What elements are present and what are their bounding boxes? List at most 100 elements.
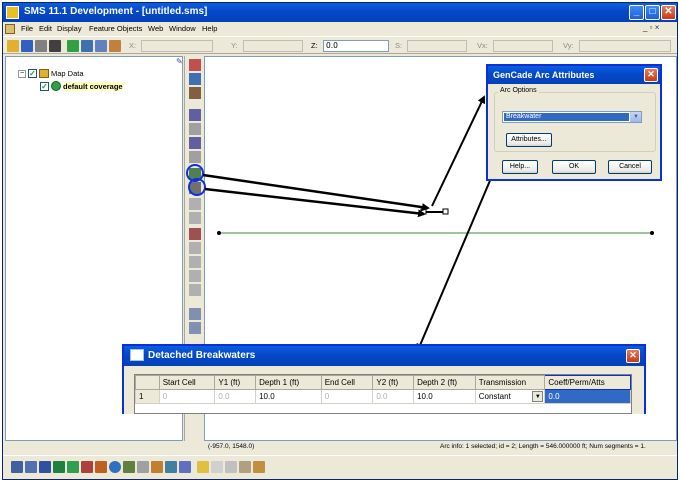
tree-item-label: Map Data — [51, 69, 84, 78]
measure-icon[interactable] — [109, 40, 121, 52]
camera-icon[interactable] — [239, 461, 251, 473]
refresh-icon[interactable] — [67, 40, 79, 52]
grid-module-icon[interactable] — [25, 461, 37, 473]
select-arc-icon[interactable] — [189, 182, 201, 194]
pin-icon[interactable]: ✎ — [176, 57, 183, 66]
print-icon[interactable] — [35, 40, 47, 52]
menu-file[interactable]: File — [21, 24, 33, 33]
create-polygon-icon[interactable] — [189, 228, 201, 240]
visibility-checkbox[interactable]: ✓ — [40, 81, 49, 91]
menu-edit[interactable]: Edit — [39, 24, 52, 33]
gencade-icon[interactable] — [151, 461, 163, 473]
help-button[interactable]: Help... — [502, 160, 538, 174]
light-icon[interactable] — [197, 461, 209, 473]
scatter-module-icon[interactable] — [39, 461, 51, 473]
y-coordinate-field[interactable] — [243, 40, 303, 52]
s-label: S: — [395, 41, 403, 50]
x-label: X: — [129, 41, 137, 50]
data-icon[interactable] — [165, 461, 177, 473]
restore-button[interactable]: □ — [645, 5, 660, 20]
menu-feature-objects[interactable]: Feature Objects — [89, 24, 142, 33]
ok-button[interactable]: OK — [552, 160, 596, 174]
menu-web[interactable]: Web — [148, 24, 163, 33]
arc-group-icon[interactable] — [189, 198, 201, 210]
copy-icon[interactable] — [211, 461, 223, 473]
line-tool-icon[interactable] — [189, 284, 201, 296]
arc-type-dropdown[interactable]: Breakwater ▼ — [502, 111, 642, 123]
menu-display[interactable]: Display — [57, 24, 82, 33]
rectangle-tool-icon[interactable] — [189, 256, 201, 268]
vx-field[interactable] — [493, 40, 553, 52]
ruler-tool-icon[interactable] — [189, 308, 201, 320]
column-header[interactable]: Y1 (ft) — [214, 375, 257, 390]
dialog-title: Detached Breakwaters — [148, 350, 256, 361]
save-icon[interactable] — [21, 40, 33, 52]
open-folder-icon[interactable] — [7, 40, 19, 52]
create-arc-icon[interactable] — [189, 168, 201, 180]
column-header[interactable]: Coeff/Perm/Atts — [544, 375, 631, 390]
select-arc-group-icon[interactable] — [189, 212, 201, 224]
select-node-icon[interactable] — [189, 123, 201, 135]
close-button[interactable]: ✕ — [661, 5, 676, 20]
frame-icon[interactable] — [95, 40, 107, 52]
quadtree-icon[interactable] — [67, 461, 79, 473]
create-vertex-icon[interactable] — [189, 137, 201, 149]
stat-icon[interactable] — [137, 461, 149, 473]
column-header[interactable]: Transmission — [474, 375, 546, 390]
particle-icon[interactable] — [123, 461, 135, 473]
column-header[interactable]: Start Cell — [158, 375, 216, 390]
chevron-down-icon[interactable]: ▼ — [532, 391, 544, 402]
arc-type-value: Breakwater — [504, 113, 629, 121]
group-label: Arc Options — [498, 87, 539, 94]
column-header[interactable]: Depth 1 (ft) — [255, 375, 322, 390]
column-header[interactable]: Depth 2 (ft) — [413, 375, 476, 390]
child-window-controls[interactable]: _ ▫ × — [643, 23, 659, 32]
pan-tool-icon[interactable] — [189, 87, 201, 99]
annotation-tool-icon[interactable] — [189, 322, 201, 334]
dialog-close-button[interactable]: ✕ — [644, 68, 658, 82]
globe-icon[interactable] — [109, 461, 121, 473]
create-node-icon[interactable] — [189, 109, 201, 121]
table-row: 1 0 0.0 10.0 0 0.0 10.0 Constant ▼ 0.0 — [135, 389, 631, 404]
menu-help[interactable]: Help — [202, 24, 217, 33]
dialog-title-bar: Detached Breakwaters ✕ — [124, 346, 644, 366]
select-polygon-icon[interactable] — [189, 242, 201, 254]
depth2-cell[interactable]: 10.0 — [413, 389, 476, 404]
menu-window[interactable]: Window — [169, 24, 196, 33]
zoom-icon[interactable] — [81, 40, 93, 52]
coeff-cell[interactable]: 0.0 — [544, 389, 631, 404]
collapse-icon[interactable]: − — [18, 69, 26, 78]
cartesian-grid-icon[interactable] — [53, 461, 65, 473]
attributes-button[interactable]: Attributes... — [506, 133, 552, 147]
paste-icon[interactable] — [225, 461, 237, 473]
mesh-module-icon[interactable] — [11, 461, 23, 473]
column-header[interactable]: End Cell — [320, 375, 374, 390]
transmission-dropdown[interactable]: Constant ▼ — [474, 389, 546, 404]
dialog-close-button[interactable]: ✕ — [626, 349, 640, 363]
z-label: Z: — [311, 41, 318, 50]
select-vertex-icon[interactable] — [189, 151, 201, 163]
select-rectangle-icon[interactable] — [189, 270, 201, 282]
chevron-down-icon[interactable]: ▼ — [630, 112, 641, 122]
map-module-icon[interactable] — [95, 461, 107, 473]
y1-cell: 0.0 — [214, 389, 257, 404]
z-coordinate-field[interactable]: 0.0 — [323, 40, 389, 52]
tree-item-map-data[interactable]: − ✓ Map Data — [18, 69, 84, 78]
minimize-button[interactable]: _ — [629, 5, 644, 20]
select-tool-icon[interactable] — [189, 59, 201, 71]
delete-icon[interactable] — [49, 40, 61, 52]
s-field[interactable] — [407, 40, 467, 52]
x-coordinate-field[interactable] — [141, 40, 213, 52]
vy-field[interactable] — [579, 40, 671, 52]
image-icon[interactable] — [179, 461, 191, 473]
zoom-tool-icon[interactable] — [189, 73, 201, 85]
column-header[interactable]: Y2 (ft) — [372, 375, 415, 390]
document-icon[interactable] — [5, 24, 15, 34]
tree-item-default-coverage[interactable]: ✓ default coverage — [40, 81, 123, 91]
depth1-cell[interactable]: 10.0 — [255, 389, 322, 404]
map-data-folder-icon — [39, 69, 49, 78]
cancel-button[interactable]: Cancel — [608, 160, 652, 174]
visibility-checkbox[interactable]: ✓ — [28, 69, 37, 78]
film-icon[interactable] — [253, 461, 265, 473]
gis-module-icon[interactable] — [81, 461, 93, 473]
